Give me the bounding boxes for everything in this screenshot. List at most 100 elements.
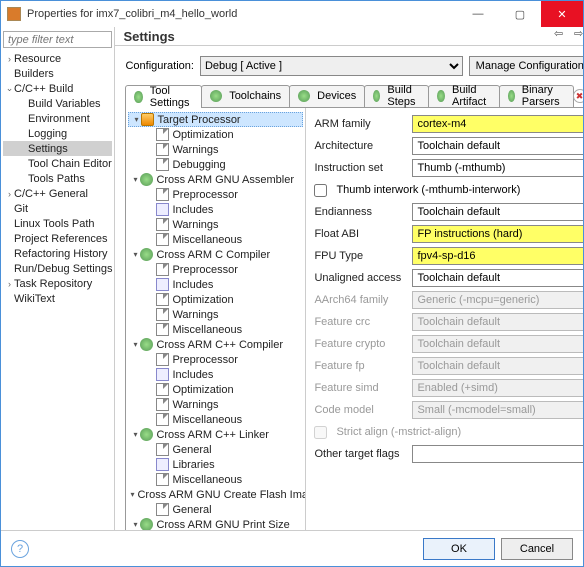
nav-item[interactable]: Logging [3,126,112,141]
nav-item[interactable]: Build Variables [3,96,112,111]
tab-bar: Tool SettingsToolchainsDevicesBuild Step… [125,84,583,108]
minimize-button[interactable]: — [457,1,499,27]
tree-item[interactable]: Includes [128,367,303,382]
back-button[interactable]: ⇦ [550,27,568,45]
form-row: Feature crcToolchain default [314,312,583,332]
tree-item[interactable]: Warnings [128,217,303,232]
nav-item[interactable]: Builders [3,66,112,81]
tab[interactable]: Build Steps [364,85,429,107]
form-row: Feature fpToolchain default [314,356,583,376]
fpu_type-select[interactable]: fpv4-sp-d16 [412,247,583,265]
doc-icon [156,188,169,201]
tree-item[interactable]: Warnings [128,397,303,412]
tree-item[interactable]: Preprocessor [128,352,303,367]
nav-item[interactable]: Environment [3,111,112,126]
tree-item[interactable]: ▾Cross ARM GNU Assembler [128,172,303,187]
tab[interactable]: Build Artifact [428,85,499,107]
nav-tree: ›ResourceBuilders⌄C/C++ BuildBuild Varia… [1,27,115,530]
help-button[interactable]: ? [11,540,29,558]
nav-item[interactable]: ›Task Repository [3,276,112,291]
nav-item[interactable]: ⌄C/C++ Build [3,81,112,96]
forward-button[interactable]: ⇨ [570,27,583,45]
nav-item[interactable]: Refactoring History [3,246,112,261]
tree-item[interactable]: Includes [128,277,303,292]
field-label: Other target flags [314,448,406,460]
arm_family-select[interactable]: cortex-m4 [412,115,583,133]
tree-item[interactable]: Warnings [128,142,303,157]
tree-item[interactable]: General [128,502,303,517]
doc-icon [156,263,169,276]
tree-item[interactable]: ▾Cross ARM C++ Compiler [128,337,303,352]
form-row: FPU Typefpv4-sp-d16 [314,246,583,266]
endianness-select[interactable]: Toolchain default [412,203,583,221]
field-label: Code model [314,404,406,416]
tab[interactable]: Toolchains [201,85,290,107]
cancel-button[interactable]: Cancel [501,538,573,560]
nav-item[interactable]: Tools Paths [3,171,112,186]
doc-icon [156,443,169,456]
tree-item[interactable]: ▾Cross ARM C Compiler [128,247,303,262]
close-button[interactable]: ✕ [541,1,583,27]
maximize-button[interactable]: ▢ [499,1,541,27]
nav-item[interactable]: Git [3,201,112,216]
architecture-select[interactable]: Toolchain default [412,137,583,155]
tree-item[interactable]: Miscellaneous [128,322,303,337]
tree-item[interactable]: Miscellaneous [128,232,303,247]
thumb_iw-checkbox[interactable] [314,184,327,197]
field-label: Thumb interwork (-mthumb-interwork) [336,184,520,196]
tree-item[interactable]: Miscellaneous [128,472,303,487]
nav-item[interactable]: Settings [3,141,112,156]
nav-item[interactable]: Tool Chain Editor [3,156,112,171]
nav-item[interactable]: ›C/C++ General [3,186,112,201]
tree-item[interactable]: Includes [128,202,303,217]
tree-item[interactable]: General [128,442,303,457]
field-label: Architecture [314,140,406,152]
tree-item[interactable]: ▾Target Processor [128,112,303,127]
nav-item[interactable]: Linux Tools Path [3,216,112,231]
field-label: Endianness [314,206,406,218]
float_abi-select[interactable]: FP instructions (hard) [412,225,583,243]
tree-item[interactable]: Preprocessor [128,262,303,277]
tool-settings-tree[interactable]: ▾Target ProcessorOptimizationWarningsDeb… [126,108,306,530]
tab-icon [134,91,142,103]
tree-item[interactable]: Debugging [128,157,303,172]
form-row: Feature simdEnabled (+simd) [314,378,583,398]
field-label: Float ABI [314,228,406,240]
tab[interactable]: Devices [289,85,365,107]
nav-item[interactable]: ›Resource [3,51,112,66]
nav-item[interactable]: Run/Debug Settings [3,261,112,276]
tree-item[interactable]: Libraries [128,457,303,472]
tree-item[interactable]: ▾Cross ARM GNU Print Size [128,517,303,530]
hash-icon [156,458,169,471]
tree-item[interactable]: Optimization [128,127,303,142]
dialog-window: Properties for imx7_colibri_m4_hello_wor… [0,0,584,567]
tree-item[interactable]: Miscellaneous [128,412,303,427]
tab[interactable]: Binary Parsers [499,85,574,107]
window-title: Properties for imx7_colibri_m4_hello_wor… [27,8,457,20]
form-row: AArch64 familyGeneric (-mcpu=generic) [314,290,583,310]
tree-item[interactable]: ▾Cross ARM GNU Create Flash Image [128,487,303,502]
nav-item[interactable]: WikiText [3,291,112,306]
form-row: Unaligned accessToolchain default [314,268,583,288]
tree-item[interactable]: Optimization [128,292,303,307]
doc-icon [156,233,169,246]
instr_set-select[interactable]: Thumb (-mthumb) [412,159,583,177]
fcrypto-select: Toolchain default [412,335,583,353]
tab-error-icon[interactable]: ✖ [573,89,583,103]
tree-item[interactable]: Preprocessor [128,187,303,202]
fcrc-select: Toolchain default [412,313,583,331]
tree-item[interactable]: ▾Cross ARM C++ Linker [128,427,303,442]
unaligned-select[interactable]: Toolchain default [412,269,583,287]
other-flags-input[interactable] [412,445,583,463]
cmodel-select: Small (-mcmodel=small) [412,401,583,419]
config-select[interactable]: Debug [ Active ] [200,56,463,76]
tree-item[interactable]: Optimization [128,382,303,397]
ok-button[interactable]: OK [423,538,495,560]
tree-item[interactable]: Warnings [128,307,303,322]
manage-config-button[interactable]: Manage Configurations... [469,56,583,76]
doc-icon [156,383,169,396]
form-row: Instruction setThumb (-mthumb) [314,158,583,178]
nav-filter-input[interactable] [3,31,112,48]
nav-item[interactable]: Project References [3,231,112,246]
tab[interactable]: Tool Settings [125,85,202,108]
